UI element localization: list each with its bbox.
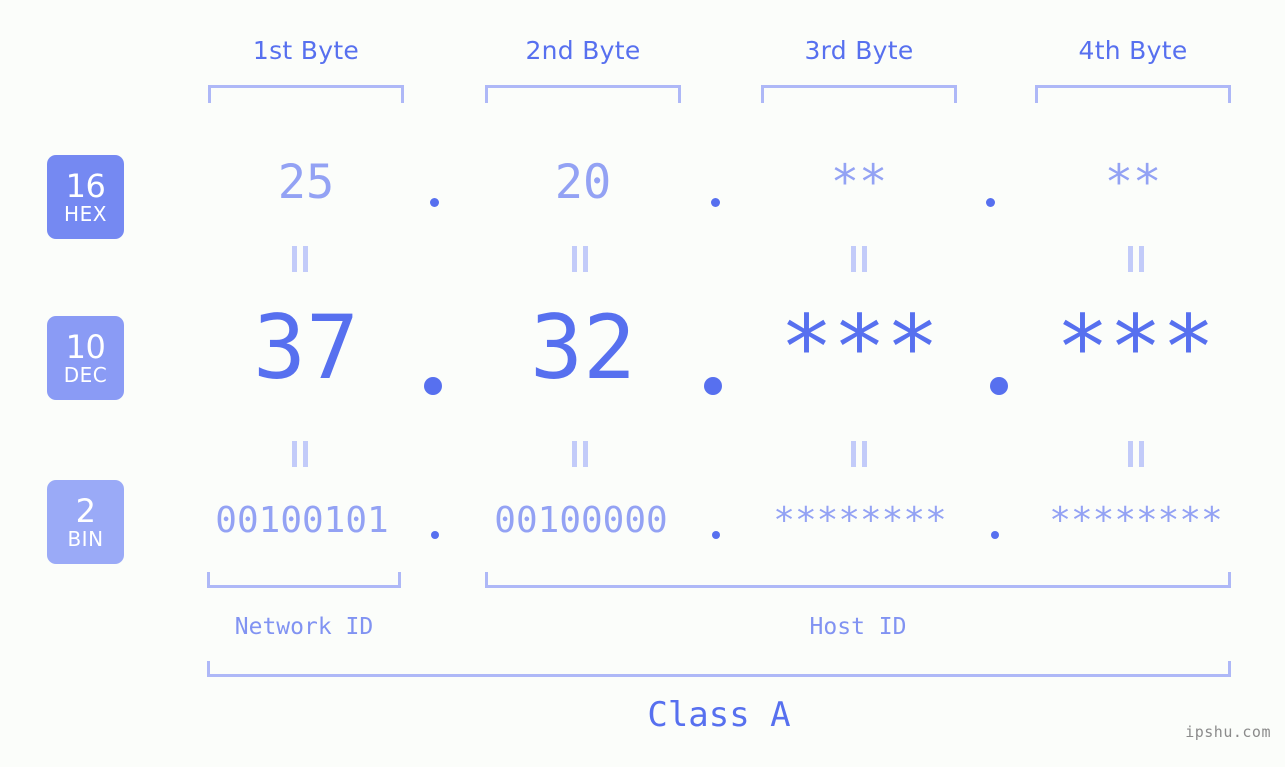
equals-connector-hex-dec-2 — [568, 246, 592, 272]
class-bracket — [207, 661, 1231, 677]
hex-byte-3-value: ** — [830, 155, 888, 210]
bin-byte-2-value: 00100000 — [494, 500, 668, 541]
hex-byte-4-value: ** — [1104, 155, 1162, 210]
byte-header-2: 2nd Byte — [525, 36, 641, 65]
byte-header-1: 1st Byte — [252, 36, 360, 65]
equals-connector-dec-bin-3 — [847, 441, 871, 467]
equals-connector-hex-dec-1 — [288, 246, 312, 272]
base-badge-bin: 2 BIN — [47, 480, 124, 564]
base-badge-hex-number: 16 — [65, 167, 106, 205]
equals-connector-dec-bin-4 — [1124, 441, 1148, 467]
byte-header-3: 3rd Byte — [804, 36, 914, 65]
bin-separator-2 — [712, 531, 720, 539]
bin-byte-4-value: ******** — [1049, 500, 1223, 541]
equals-connector-hex-dec-4 — [1124, 246, 1148, 272]
byte-header-4: 4th Byte — [1078, 36, 1188, 65]
byte-bracket-3 — [761, 85, 957, 103]
ip-address-breakdown-diagram: 1st Byte 2nd Byte 3rd Byte 4th Byte 16 H… — [0, 0, 1285, 767]
byte-bracket-1 — [208, 85, 404, 103]
byte-bracket-4 — [1035, 85, 1231, 103]
equals-connector-hex-dec-3 — [847, 246, 871, 272]
hex-byte-1-value: 25 — [277, 155, 335, 210]
dec-byte-4-value: *** — [1056, 296, 1215, 399]
hex-separator-1 — [430, 198, 439, 207]
base-badge-hex-label: HEX — [64, 202, 107, 226]
network-id-label: Network ID — [234, 614, 374, 640]
bin-separator-3 — [991, 531, 999, 539]
bin-separator-1 — [431, 531, 439, 539]
dec-separator-3 — [990, 377, 1008, 395]
network-id-bracket — [207, 572, 401, 588]
base-badge-bin-number: 2 — [75, 492, 96, 530]
dec-separator-1 — [424, 377, 442, 395]
hex-separator-3 — [986, 198, 995, 207]
watermark: ipshu.com — [1185, 723, 1271, 741]
equals-connector-dec-bin-1 — [288, 441, 312, 467]
base-badge-dec-number: 10 — [65, 328, 106, 366]
bin-byte-3-value: ******** — [773, 500, 947, 541]
dec-separator-2 — [704, 377, 722, 395]
dec-byte-1-value: 37 — [253, 296, 359, 399]
base-badge-dec-label: DEC — [63, 363, 108, 387]
bin-byte-1-value: 00100101 — [215, 500, 389, 541]
host-id-label: Host ID — [809, 614, 907, 640]
hex-byte-2-value: 20 — [554, 155, 612, 210]
class-label: Class A — [647, 695, 791, 735]
byte-bracket-2 — [485, 85, 681, 103]
base-badge-bin-label: BIN — [67, 527, 104, 551]
equals-connector-dec-bin-2 — [568, 441, 592, 467]
host-id-bracket — [485, 572, 1231, 588]
base-badge-hex: 16 HEX — [47, 155, 124, 239]
hex-separator-2 — [711, 198, 720, 207]
base-badge-dec: 10 DEC — [47, 316, 124, 400]
dec-byte-3-value: *** — [780, 296, 939, 399]
dec-byte-2-value: 32 — [530, 296, 636, 399]
